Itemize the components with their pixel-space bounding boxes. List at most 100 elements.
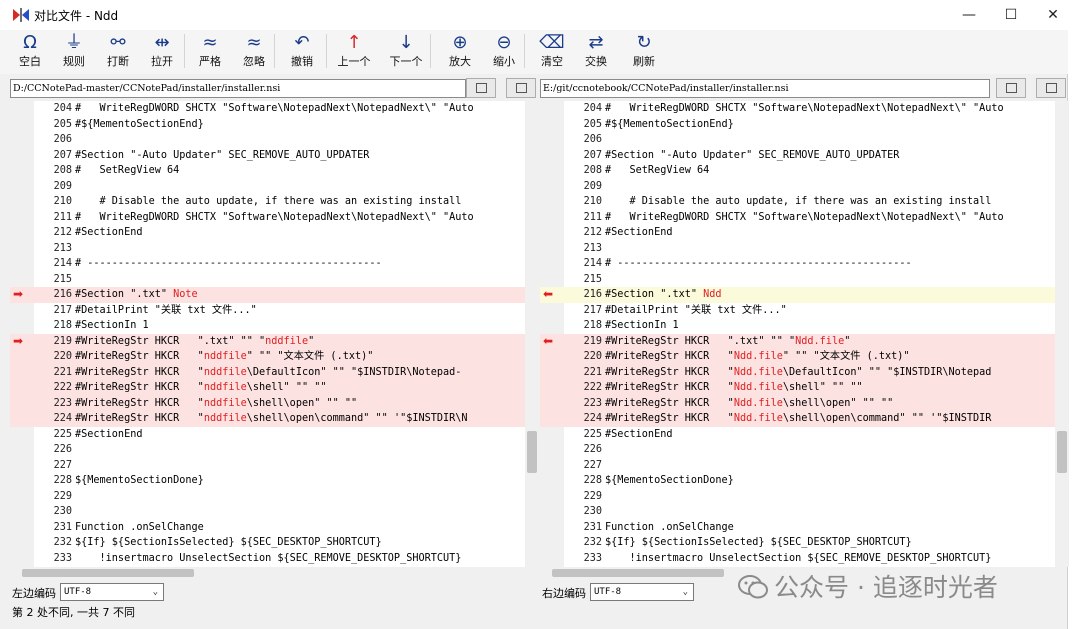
code-line[interactable]: 205 #${MementoSectionEnd}	[10, 117, 525, 133]
left-path-field[interactable]: D:/CCNotePad-master/CCNotePad/installer/…	[10, 79, 466, 98]
right-path-field[interactable]: E:/git/ccnotebook/CCNotePad/installer/in…	[540, 79, 990, 98]
left-encoding-select[interactable]: UTF-8 ⌄	[60, 583, 164, 601]
left-horizontal-scrollbar[interactable]	[10, 567, 525, 579]
code-line[interactable]: 217 #DetailPrint "关联 txt 文件..."	[540, 303, 1055, 319]
code-line[interactable]: 218 #SectionIn 1	[10, 318, 525, 334]
left-scroll-thumb[interactable]	[527, 431, 537, 473]
code-line[interactable]: 216 #Section ".txt" Ndd	[540, 287, 1055, 303]
code-line[interactable]: 204 # WriteRegDWORD SHCTX "Software\Notep…	[10, 101, 525, 117]
left-editor-pane[interactable]: 204 # WriteRegDWORD SHCTX "Software\Notep…	[10, 101, 539, 567]
code-line[interactable]: 232 ${If} ${SectionIsSelected} ${SEC_DESK…	[10, 535, 525, 551]
code-line[interactable]: 226	[540, 442, 1055, 458]
toolbar-button-6[interactable]: ↶ 撤销	[280, 31, 324, 73]
toolbar-button-4[interactable]: ≈ 严格	[188, 31, 232, 73]
code-line[interactable]: 205 #${MementoSectionEnd}	[540, 117, 1055, 133]
code-line[interactable]: 216 #Section ".txt" Note	[10, 287, 525, 303]
code-line[interactable]: 222 #WriteRegStr HKCR "Ndd.file\shell" ""…	[540, 380, 1055, 396]
code-line[interactable]: 207 #Section "-Auto Updater" SEC_REMOVE_A…	[540, 148, 1055, 164]
code-line[interactable]: 204 # WriteRegDWORD SHCTX "Software\Notep…	[540, 101, 1055, 117]
code-line[interactable]: 213	[540, 241, 1055, 257]
code-line[interactable]: 233 !insertmacro UnselectSection ${SEC_R…	[540, 551, 1055, 567]
code-line[interactable]: 222 #WriteRegStr HKCR "nddfile\shell" "" …	[10, 380, 525, 396]
code-line[interactable]: 227	[540, 458, 1055, 474]
code-line[interactable]: 225 #SectionEnd	[10, 427, 525, 443]
toolbar-button-10[interactable]: ⊖ 缩小	[482, 31, 526, 73]
right-encoding-select[interactable]: UTF-8 ⌄	[590, 583, 694, 601]
code-line[interactable]: 228 ${MementoSectionDone}	[10, 473, 525, 489]
code-line[interactable]: 215	[540, 272, 1055, 288]
code-line[interactable]: 223 #WriteRegStr HKCR "nddfile\shell\open…	[10, 395, 525, 411]
code-line[interactable]: 215	[10, 272, 525, 288]
code-line[interactable]: 208 # SetRegView 64	[10, 163, 525, 179]
code-line[interactable]: 231 Function .onSelChange	[10, 520, 525, 536]
code-line[interactable]: 219 #WriteRegStr HKCR ".txt" "" "Ndd.file…	[540, 333, 1055, 349]
line-text: # WriteRegDWORD SHCTX "Software\NotepadN…	[605, 210, 1004, 226]
code-line[interactable]: 225 #SectionEnd	[540, 427, 1055, 443]
code-line[interactable]: 219 #WriteRegStr HKCR ".txt" "" "nddfile"	[10, 333, 525, 349]
close-button[interactable]: ✕	[1030, 0, 1076, 30]
toolbar-button-3[interactable]: ⇹ 拉开	[140, 31, 184, 73]
code-line[interactable]: 211 # WriteRegDWORD SHCTX "Software\Notep…	[10, 210, 525, 226]
code-line[interactable]: 226	[10, 442, 525, 458]
minimize-button[interactable]: —	[946, 0, 992, 30]
code-line[interactable]: 221 #WriteRegStr HKCR "Ndd.file\DefaultIc…	[540, 364, 1055, 380]
code-line[interactable]: 212 #SectionEnd	[10, 225, 525, 241]
code-line[interactable]: 230	[540, 504, 1055, 520]
toolbar-button-1[interactable]: ⏚ 规则	[52, 31, 96, 73]
code-line[interactable]: 206	[540, 132, 1055, 148]
line-number: 222	[53, 382, 72, 393]
code-line[interactable]: 214 # -----------------------------------…	[540, 256, 1055, 272]
code-line[interactable]: 224 #WriteRegStr HKCR "Ndd.file\shell\ope…	[540, 411, 1055, 427]
code-line[interactable]: 231 Function .onSelChange	[540, 520, 1055, 536]
toolbar-button-8[interactable]: ↓ 下一个	[384, 31, 428, 73]
maximize-button[interactable]: ☐	[988, 0, 1034, 30]
code-line[interactable]: 233 !insertmacro UnselectSection ${SEC_R…	[10, 551, 525, 567]
toolbar-button-13[interactable]: ↻ 刷新	[622, 31, 666, 73]
toolbar-button-0[interactable]: Ω 空白	[8, 31, 52, 73]
code-line[interactable]: 229	[540, 489, 1055, 505]
code-line[interactable]: 220 #WriteRegStr HKCR "Ndd.file" "" "文本文件…	[540, 349, 1055, 365]
code-line[interactable]: 232 ${If} ${SectionIsSelected} ${SEC_DESK…	[540, 535, 1055, 551]
code-line[interactable]: 214 # -----------------------------------…	[10, 256, 525, 272]
toolbar-button-9[interactable]: ⊕ 放大	[438, 31, 482, 73]
code-line[interactable]: 213	[10, 241, 525, 257]
code-line[interactable]: 211 # WriteRegDWORD SHCTX "Software\Notep…	[540, 210, 1055, 226]
code-line[interactable]: 209	[540, 179, 1055, 195]
right-hscroll-thumb[interactable]	[552, 569, 724, 577]
left-save-button[interactable]	[506, 78, 536, 98]
right-editor-pane[interactable]: 204 # WriteRegDWORD SHCTX "Software\Notep…	[540, 101, 1069, 567]
code-line[interactable]: 217 #DetailPrint "关联 txt 文件..."	[10, 303, 525, 319]
code-line[interactable]: 206	[10, 132, 525, 148]
code-line[interactable]: 228 ${MementoSectionDone}	[540, 473, 1055, 489]
right-save-button[interactable]	[1036, 78, 1066, 98]
left-hscroll-thumb[interactable]	[22, 569, 194, 577]
code-line[interactable]: 220 #WriteRegStr HKCR "nddfile" "" "文本文件 …	[10, 349, 525, 365]
toolbar-button-2[interactable]: ⚯ 打断	[96, 31, 140, 73]
code-line[interactable]: 218 #SectionIn 1	[540, 318, 1055, 334]
code-line[interactable]: 221 #WriteRegStr HKCR "nddfile\DefaultIco…	[10, 364, 525, 380]
code-line[interactable]: 210 # Disable the auto update, if there …	[540, 194, 1055, 210]
right-open-button[interactable]	[996, 78, 1026, 98]
code-line[interactable]: 224 #WriteRegStr HKCR "nddfile\shell\open…	[10, 411, 525, 427]
toolbar-button-5[interactable]: ≈ 忽略	[232, 31, 276, 73]
left-open-button[interactable]	[466, 78, 496, 98]
code-line[interactable]: 208 # SetRegView 64	[540, 163, 1055, 179]
line-text: # SetRegView 64	[605, 163, 709, 179]
toolbar-button-12[interactable]: ⇄ 交换	[574, 31, 618, 73]
line-text-part: Function .onSelChange	[75, 521, 204, 533]
right-vertical-scrollbar[interactable]	[1055, 101, 1069, 567]
toolbar-button-7[interactable]: ↑ 上一个	[332, 31, 376, 73]
code-line[interactable]: 212 #SectionEnd	[540, 225, 1055, 241]
code-line[interactable]: 207 #Section "-Auto Updater" SEC_REMOVE_A…	[10, 148, 525, 164]
line-text: #DetailPrint "关联 txt 文件..."	[605, 303, 787, 319]
line-number: 209	[53, 180, 72, 192]
code-line[interactable]: 227	[10, 458, 525, 474]
code-line[interactable]: 223 #WriteRegStr HKCR "Ndd.file\shell\ope…	[540, 395, 1055, 411]
toolbar-button-11[interactable]: ⌫ 清空	[530, 31, 574, 73]
code-line[interactable]: 229	[10, 489, 525, 505]
code-line[interactable]: 230	[10, 504, 525, 520]
code-line[interactable]: 209	[10, 179, 525, 195]
right-scroll-thumb[interactable]	[1057, 431, 1067, 473]
code-line[interactable]: 210 # Disable the auto update, if there …	[10, 194, 525, 210]
left-vertical-scrollbar[interactable]	[525, 101, 539, 567]
